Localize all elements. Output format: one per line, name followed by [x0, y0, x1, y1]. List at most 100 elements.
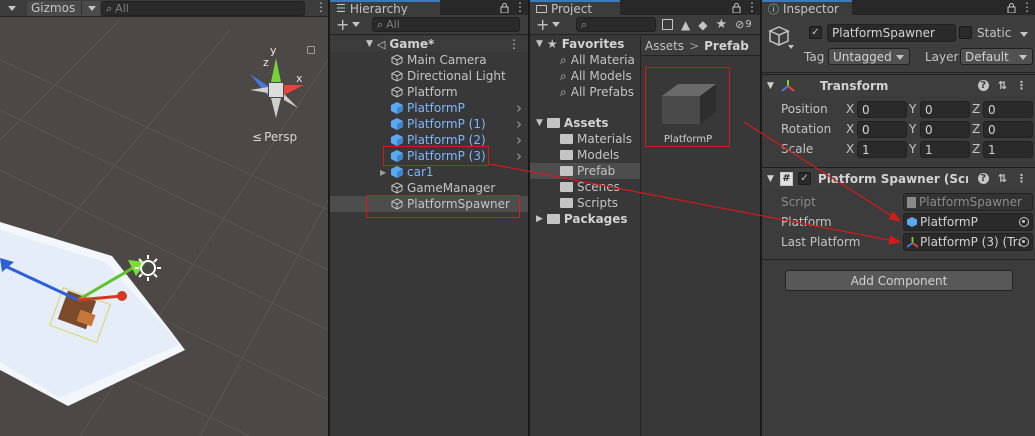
- axis-z-letter: Z: [972, 102, 981, 116]
- transform-header[interactable]: ▼ Transform ? ⇅ ⋮: [762, 74, 1035, 96]
- transform-y-field[interactable]: 0: [920, 101, 970, 118]
- tab-inspector[interactable]: ⓘ Inspector: [762, 0, 852, 16]
- platform-field[interactable]: PlatformP: [903, 213, 1033, 231]
- hierarchy-item[interactable]: Main Camera: [330, 52, 528, 68]
- object-picker-icon[interactable]: [1019, 217, 1029, 227]
- script-value: PlatformSpawner: [919, 195, 1022, 209]
- transform-x-field[interactable]: 0: [857, 121, 907, 138]
- active-checkbox[interactable]: ✓: [809, 26, 822, 39]
- static-dropdown-icon[interactable]: [1020, 32, 1028, 37]
- breadcrumb-assets[interactable]: Assets: [645, 39, 684, 53]
- preset-icon[interactable]: ⇅: [998, 79, 1007, 92]
- breadcrumb-prefab[interactable]: Prefab: [704, 39, 749, 53]
- favorites-label: Favorites: [561, 37, 625, 51]
- more-icon[interactable]: ⋮: [315, 0, 327, 14]
- layer-value: Default: [965, 49, 1009, 64]
- last-platform-label: Last Platform: [781, 235, 861, 249]
- more-icon[interactable]: ⋮: [1016, 172, 1027, 185]
- transform-value: 1: [988, 142, 996, 157]
- prefab-cube-icon: [391, 118, 403, 130]
- lock-icon[interactable]: [307, 46, 315, 54]
- hierarchy-item[interactable]: ▶ car1: [330, 164, 528, 180]
- packages-row[interactable]: ▶ Packages: [536, 211, 628, 227]
- more-icon[interactable]: ⋮: [1019, 0, 1035, 15]
- tag-dropdown[interactable]: Untagged: [828, 48, 910, 65]
- search-by-type-icon[interactable]: [662, 19, 673, 30]
- persp-toggle[interactable]: ≤ Persp: [252, 130, 297, 144]
- hierarchy-item[interactable]: GameManager: [330, 180, 528, 196]
- gizmos-dropdown[interactable]: Gizmos: [27, 0, 101, 16]
- more-icon[interactable]: ⋮: [512, 0, 528, 15]
- object-name-field[interactable]: PlatformSpawner: [827, 24, 956, 42]
- folder-item[interactable]: Scripts: [530, 195, 640, 211]
- hidden-packages-icon[interactable]: ⊘ 9: [735, 18, 752, 31]
- folder-item[interactable]: Materials: [530, 131, 640, 147]
- shading-mode-dropdown[interactable]: [0, 1, 20, 16]
- tab-project[interactable]: Project: [530, 0, 620, 16]
- hierarchy-item[interactable]: PlatformP (1) ›: [330, 115, 528, 133]
- help-icon[interactable]: ?: [977, 80, 989, 91]
- create-asset-button[interactable]: +: [536, 14, 561, 34]
- last-platform-field[interactable]: PlatformP (3) (Tra: [903, 233, 1033, 251]
- transform-title: Transform: [819, 78, 889, 93]
- transform-z-field[interactable]: 0: [983, 101, 1033, 118]
- project-search-input[interactable]: ⌕: [576, 17, 656, 32]
- add-component-button[interactable]: Add Component: [785, 270, 1013, 291]
- transform-y-field[interactable]: 1: [920, 141, 970, 158]
- favorite-star-icon[interactable]: ★: [715, 17, 727, 32]
- lock-icon[interactable]: [1003, 0, 1019, 15]
- transform-y-field[interactable]: 0: [920, 121, 970, 138]
- transform-z-field[interactable]: 1: [983, 141, 1033, 158]
- platform-spawner-header[interactable]: ▼ # ✓ Platform Spawner (Script ? ⇅ ⋮: [762, 167, 1035, 189]
- light-gizmo-icon: [135, 255, 161, 281]
- folder-item-label: Scripts: [577, 196, 619, 210]
- scene-root-row[interactable]: ▼ ◁ Game* ⋮: [330, 36, 528, 52]
- chevron-right-icon[interactable]: ›: [516, 147, 522, 165]
- scene-view[interactable]: Gizmos ⌕ All ⋮ y z x ≤ Persp: [0, 0, 328, 436]
- more-icon[interactable]: ⋮: [744, 0, 760, 15]
- transform-x-field[interactable]: 1: [857, 141, 907, 158]
- search-icon: ⌕: [377, 17, 384, 31]
- more-icon[interactable]: ⋮: [508, 37, 520, 51]
- hierarchy-item[interactable]: Directional Light: [330, 68, 528, 84]
- preset-icon[interactable]: ⇅: [998, 172, 1007, 185]
- transform-x-field[interactable]: 0: [857, 101, 907, 118]
- scene-search-input[interactable]: ⌕ All: [101, 1, 305, 16]
- folder-item[interactable]: Scenes: [530, 179, 640, 195]
- hierarchy-search-input[interactable]: ⌕ All: [372, 17, 520, 32]
- collapsed-arrow-icon[interactable]: ▶: [380, 168, 386, 177]
- favorite-item[interactable]: ⌕ All Models: [560, 68, 632, 84]
- prefab-cube-icon: [391, 134, 403, 146]
- transform-z-field[interactable]: 0: [983, 121, 1033, 138]
- hierarchy-item[interactable]: Platform: [330, 84, 528, 100]
- hierarchy-item-label: Platform: [407, 85, 458, 99]
- favorites-row[interactable]: ▼ ★ Favorites: [536, 36, 624, 52]
- folder-icon: [560, 134, 573, 144]
- scene-viewport[interactable]: [0, 0, 328, 436]
- tab-hierarchy[interactable]: ☰ Hierarchy: [330, 0, 440, 16]
- layer-dropdown[interactable]: Default: [960, 48, 1033, 65]
- favorite-item[interactable]: ⌕ All Materia: [560, 52, 635, 68]
- tag-icon[interactable]: ◆: [698, 18, 707, 32]
- script-enabled-checkbox[interactable]: ✓: [797, 172, 811, 185]
- favorite-item[interactable]: ⌕ All Prefabs: [560, 84, 634, 100]
- static-checkbox[interactable]: [959, 26, 972, 39]
- expanded-arrow-icon: ▼: [767, 173, 774, 184]
- lock-icon[interactable]: [728, 0, 744, 15]
- add-object-button[interactable]: +: [336, 16, 361, 33]
- folder-icon: [560, 166, 573, 176]
- help-icon[interactable]: ?: [977, 173, 989, 184]
- object-header: ✓ PlatformSpawner Static Tag Untagged La…: [762, 16, 1035, 73]
- hierarchy-item[interactable]: PlatformP ›: [330, 99, 528, 117]
- folder-item[interactable]: Models: [530, 147, 640, 163]
- object-picker-icon[interactable]: [1019, 237, 1029, 247]
- lock-icon[interactable]: [496, 0, 512, 15]
- more-icon[interactable]: ⋮: [1016, 79, 1027, 92]
- filter-by-label-icon[interactable]: ▲: [681, 18, 690, 32]
- static-label: Static: [977, 26, 1012, 40]
- chevron-down-icon[interactable]: [788, 45, 794, 49]
- folder-item[interactable]: Prefab: [530, 163, 640, 179]
- assets-row[interactable]: ▼ Assets: [536, 115, 609, 131]
- plus-icon: +: [536, 14, 550, 34]
- script-hash-icon: #: [779, 171, 793, 186]
